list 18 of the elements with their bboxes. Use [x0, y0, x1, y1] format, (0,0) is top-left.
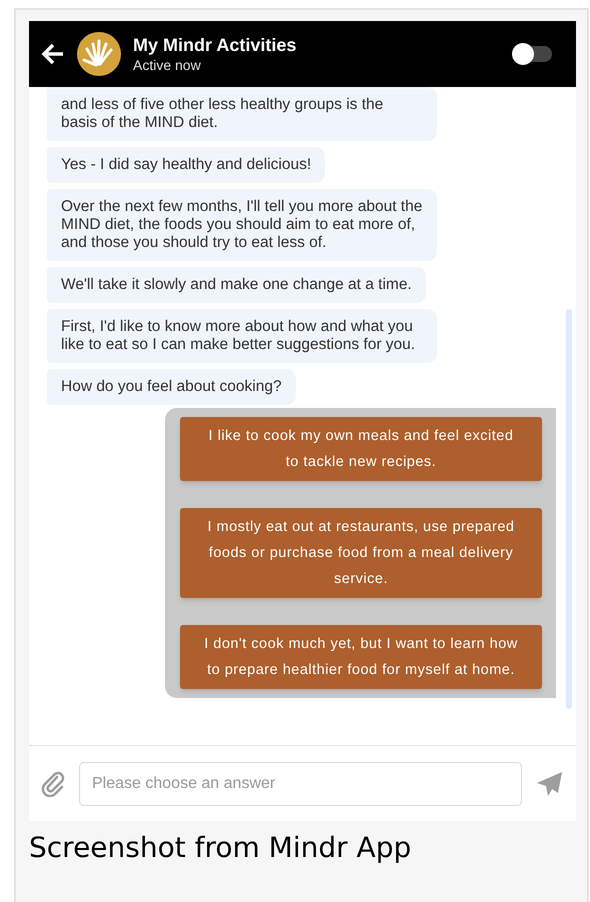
chat-message: We'll take it slowly and make one change at a time. [47, 267, 426, 303]
toggle-switch[interactable] [514, 46, 552, 62]
send-icon[interactable] [536, 770, 564, 796]
status-text: Active now [133, 56, 202, 74]
answer-input[interactable]: Please choose an answer [79, 762, 522, 806]
chat-message: and less of five other less healthy groups is the basis of the MIND diet. [47, 87, 437, 141]
answer-button[interactable]: I like to cook my own meals and feel excited to tackle new recipes. [180, 417, 542, 481]
answer-button[interactable]: I mostly eat out at restaurants, use prepared foods or purchase food from a meal delivery service. [180, 508, 542, 598]
chat-message: How do you feel about cooking? [47, 369, 296, 405]
caption: Screenshot from Mindr App [29, 830, 412, 866]
logo-icon [77, 32, 121, 76]
back-arrow-icon[interactable] [41, 43, 65, 65]
answer-button[interactable]: I don't cook much yet, but I want to learn how to prepare healthier food for myself at home. [180, 625, 542, 689]
paperclip-icon[interactable] [41, 770, 65, 796]
chat-title: My Mindr Activities [133, 34, 296, 56]
chat-message: Over the next few months, I'll tell you more about the MIND diet, the foods you should aim to eat more of, and those you should try to eat less of. [47, 189, 437, 261]
chat-message: First, I'd like to know more about how and what you like to eat so I can make better suggestions for you. [47, 309, 437, 363]
chat-message: Yes - I did say healthy and delicious! [47, 147, 326, 183]
